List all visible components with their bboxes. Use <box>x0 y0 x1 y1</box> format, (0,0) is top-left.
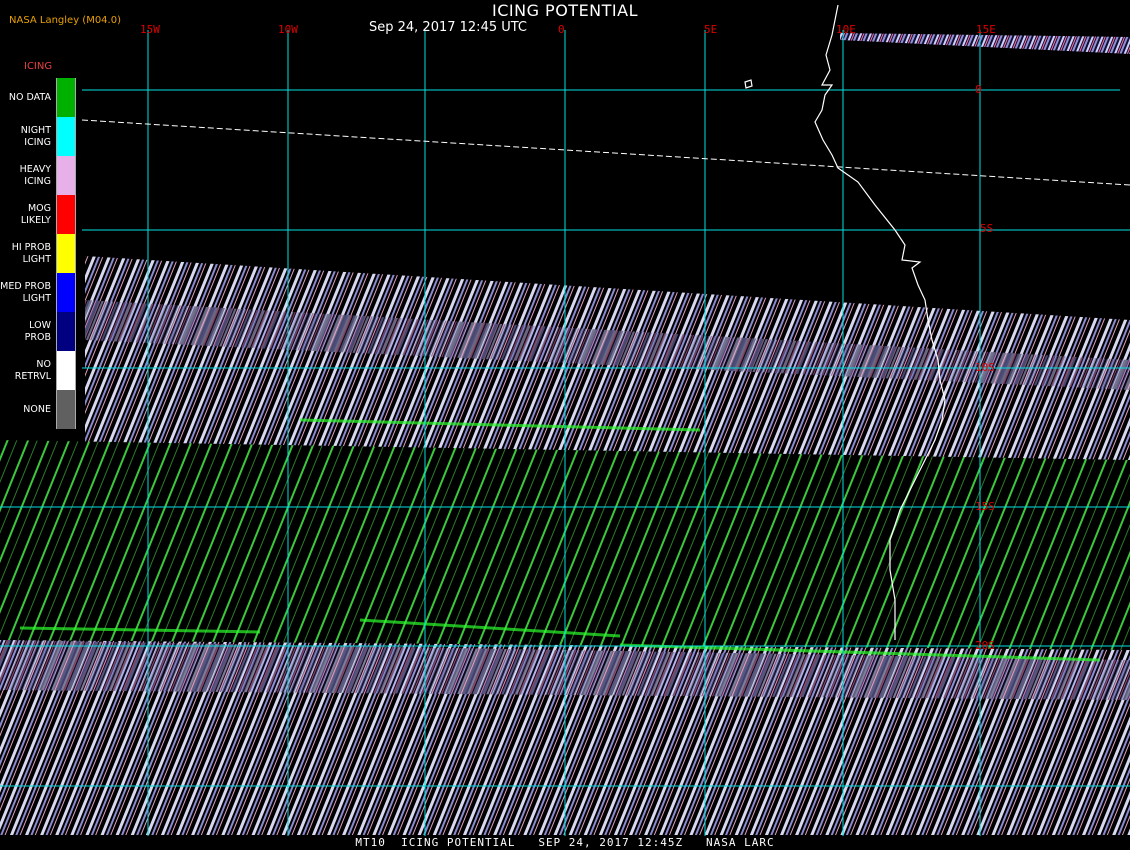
legend-label: NONE <box>23 403 51 415</box>
legend-label: HEAVY ICING <box>19 163 51 187</box>
map-title: ICING POTENTIAL <box>491 1 638 20</box>
longitude-label: 5E <box>704 23 718 36</box>
legend-label: HI PROB LIGHT <box>11 241 51 265</box>
legend-swatch <box>56 78 76 117</box>
legend-item-night-icing: NIGHT ICING <box>0 117 82 156</box>
legend-swatch <box>56 390 76 429</box>
terminator-line <box>81 119 1130 186</box>
legend-label: NO DATA <box>8 91 51 103</box>
legend-item-low-prob: LOW PROB <box>0 312 82 351</box>
legend-title: ICING <box>24 61 53 72</box>
legend-swatch <box>56 117 76 156</box>
legend-swatch <box>56 156 76 195</box>
legend-label: NIGHT ICING <box>20 124 51 148</box>
legend-item-no-data: NO DATA <box>0 78 82 117</box>
legend-label: NO RETRVL <box>14 358 51 382</box>
longitude-label: 15W <box>140 23 160 36</box>
legend-item-hi-prob-light: HI PROB LIGHT <box>0 234 82 273</box>
latitude-label: 0 <box>975 83 982 96</box>
icing-map <box>0 4 1130 850</box>
legend-label: MED PROB LIGHT <box>0 280 51 304</box>
legend-swatch <box>56 234 76 273</box>
legend-item-med-prob-light: MED PROB LIGHT <box>0 273 82 312</box>
longitude-label: 15E <box>976 23 996 36</box>
producer-label: NASA Langley (M04.0) <box>9 15 121 26</box>
legend-item-heavy-icing: HEAVY ICING <box>0 156 82 195</box>
legend-swatch <box>56 312 76 351</box>
longitude-label: 10W <box>278 23 298 36</box>
footer-caption: MT10 ICING POTENTIAL SEP 24, 2017 12:45Z… <box>0 836 1130 850</box>
legend-swatch <box>56 195 76 234</box>
legend-item-no-retrieval: NO RETRVL <box>0 351 82 390</box>
longitude-label: 10E <box>836 23 856 36</box>
legend-swatch <box>56 273 76 312</box>
longitude-label: 0 <box>558 23 565 36</box>
latitude-label: 5S <box>980 222 994 235</box>
legend-item-mog-likely: MOG LIKELY <box>0 195 82 234</box>
legend-item-none: NONE <box>0 390 82 429</box>
legend-swatch <box>56 351 76 390</box>
legend-label: MOG LIKELY <box>20 202 51 226</box>
swath-top-right <box>840 33 1130 54</box>
icing-legend: NO DATA NIGHT ICING HEAVY ICING MOG LIKE… <box>0 78 82 430</box>
latitude-label: 10S <box>975 361 995 374</box>
latitude-label: 20S <box>975 639 995 652</box>
latitude-label: 15S <box>975 500 995 513</box>
legend-label: LOW PROB <box>24 319 51 343</box>
